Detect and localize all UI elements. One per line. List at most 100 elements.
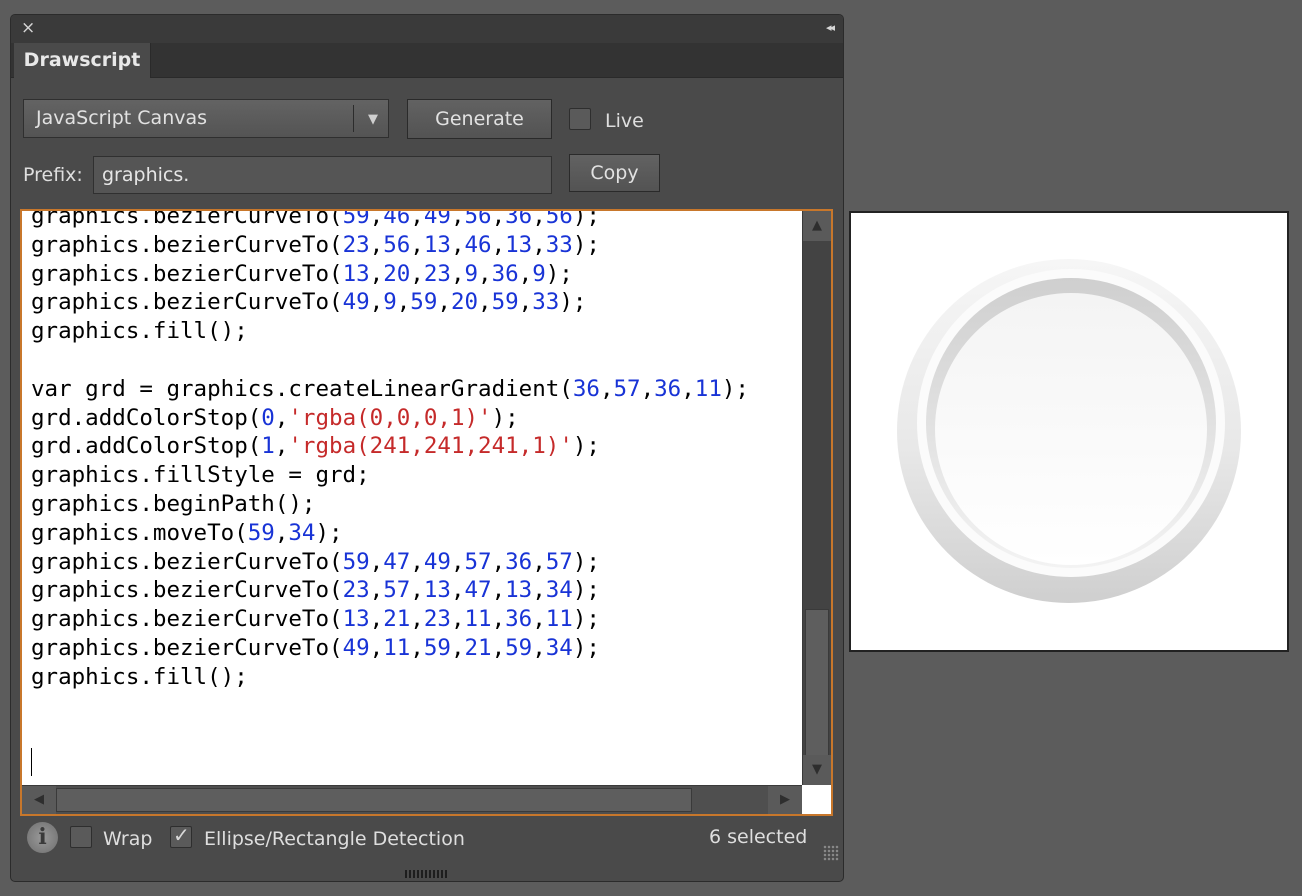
code-text[interactable]: graphics.bezierCurveTo(59,46,49,56,36,56…: [31, 209, 801, 692]
code-token: ,: [491, 548, 506, 575]
code-number-token: 36: [505, 209, 533, 229]
code-number-token: 36: [491, 260, 519, 287]
generate-button[interactable]: Generate: [407, 99, 552, 139]
button-preview-graphic: [897, 259, 1241, 603]
horizontal-scroll-thumb[interactable]: [56, 788, 692, 812]
panel-titlebar: × ◂◂: [11, 15, 843, 43]
code-token: graphics.bezierCurveTo(: [31, 634, 343, 661]
code-number-token: 13: [342, 606, 370, 633]
code-number-token: 13: [342, 260, 370, 287]
code-number-token: 47: [464, 577, 492, 604]
code-token: ,: [491, 231, 506, 258]
code-number-token: 11: [464, 606, 492, 633]
code-token: );: [315, 519, 343, 546]
code-number-token: 34: [288, 519, 316, 546]
code-token: ,: [532, 606, 546, 633]
code-token: graphics.bezierCurveTo(: [31, 606, 343, 633]
code-token: ,: [369, 209, 384, 229]
code-token: graphics.fillStyle = grd;: [31, 462, 370, 489]
code-number-token: 46: [383, 209, 411, 229]
vertical-scroll-track[interactable]: [803, 241, 831, 779]
output-format-value: JavaScript Canvas: [36, 107, 208, 129]
code-number-token: 57: [464, 548, 492, 575]
close-icon[interactable]: ×: [21, 18, 35, 38]
panel-drag-grip-icon[interactable]: [405, 870, 449, 878]
code-token: ,: [681, 375, 695, 402]
code-token: ,: [478, 289, 492, 316]
code-number-token: 59: [342, 209, 370, 229]
code-token: );: [721, 375, 749, 402]
code-number-token: 21: [383, 606, 411, 633]
code-number-token: 9: [532, 260, 546, 287]
code-token: ,: [437, 289, 451, 316]
code-token: ,: [369, 606, 384, 633]
code-token: ,: [532, 634, 546, 661]
code-number-token: 56: [383, 231, 411, 258]
code-token: ,: [518, 260, 533, 287]
code-token: ,: [450, 209, 465, 229]
wrap-label: Wrap: [103, 828, 153, 850]
live-label: Live: [605, 110, 644, 132]
code-token: ,: [274, 433, 289, 460]
code-token: ,: [491, 606, 506, 633]
tab-drawscript[interactable]: Drawscript: [14, 43, 151, 78]
code-number-token: 11: [383, 634, 411, 661]
code-number-token: 46: [464, 231, 492, 258]
live-checkbox[interactable]: [569, 108, 591, 130]
code-token: ,: [410, 634, 424, 661]
code-number-token: 49: [423, 548, 451, 575]
code-token: ,: [369, 260, 384, 287]
horizontal-scrollbar[interactable]: ◀ ▶: [22, 785, 802, 814]
code-token: ,: [410, 260, 424, 287]
code-number-token: 13: [505, 577, 533, 604]
drawscript-panel: × ◂◂ Drawscript JavaScript Canvas ▼ Gene…: [10, 14, 844, 882]
select-divider: [353, 105, 354, 132]
vertical-scroll-thumb[interactable]: [805, 609, 829, 779]
code-number-token: 49: [342, 289, 370, 316]
code-token: ,: [640, 375, 655, 402]
code-token: graphics.bezierCurveTo(: [31, 577, 343, 604]
code-token: );: [572, 209, 600, 229]
code-token: graphics.bezierCurveTo(: [31, 231, 343, 258]
code-number-token: 59: [247, 519, 275, 546]
scroll-down-icon[interactable]: ▼: [803, 755, 831, 785]
ellipse-rectangle-detection-checkbox[interactable]: [170, 823, 192, 848]
code-number-token: 59: [491, 289, 519, 316]
code-token: ,: [369, 231, 384, 258]
code-string-token: 'rgba(241,241,241,1)': [288, 433, 573, 460]
code-token: graphics.bezierCurveTo(: [31, 209, 343, 229]
preview-canvas: [849, 211, 1289, 652]
ellipse-rectangle-detection-label: Ellipse/Rectangle Detection: [204, 828, 465, 850]
code-number-token: 57: [383, 577, 411, 604]
scroll-up-icon[interactable]: ▲: [803, 211, 831, 241]
code-token: ,: [532, 548, 546, 575]
output-format-select[interactable]: JavaScript Canvas ▼: [23, 99, 389, 138]
code-number-token: 9: [464, 260, 479, 287]
wrap-checkbox[interactable]: [70, 826, 92, 848]
code-number-token: 23: [342, 231, 370, 258]
code-token: ,: [532, 577, 546, 604]
copy-button[interactable]: Copy: [569, 154, 660, 192]
collapse-panel-icon[interactable]: ◂◂: [826, 21, 835, 34]
code-number-token: 0: [261, 404, 275, 431]
code-token: ,: [410, 231, 424, 258]
code-token: ,: [532, 209, 546, 229]
code-token: ,: [491, 634, 506, 661]
prefix-input[interactable]: graphics.: [93, 156, 552, 194]
code-number-token: 59: [505, 634, 533, 661]
code-token: ,: [274, 404, 289, 431]
code-token: );: [491, 404, 519, 431]
vertical-scrollbar[interactable]: ▲ ▼: [802, 211, 831, 785]
code-token: ,: [369, 548, 384, 575]
code-number-token: 1: [261, 433, 275, 460]
scroll-right-icon[interactable]: ▶: [768, 786, 802, 814]
code-number-token: 20: [383, 260, 411, 287]
code-number-token: 33: [545, 231, 573, 258]
code-token: ,: [410, 577, 424, 604]
code-editor[interactable]: graphics.bezierCurveTo(59,46,49,56,36,56…: [20, 209, 833, 816]
resize-grip-icon[interactable]: [823, 845, 839, 861]
code-token: ,: [599, 375, 614, 402]
code-token: ,: [450, 231, 465, 258]
info-icon[interactable]: i: [27, 822, 58, 853]
scroll-left-icon[interactable]: ◀: [22, 786, 56, 814]
